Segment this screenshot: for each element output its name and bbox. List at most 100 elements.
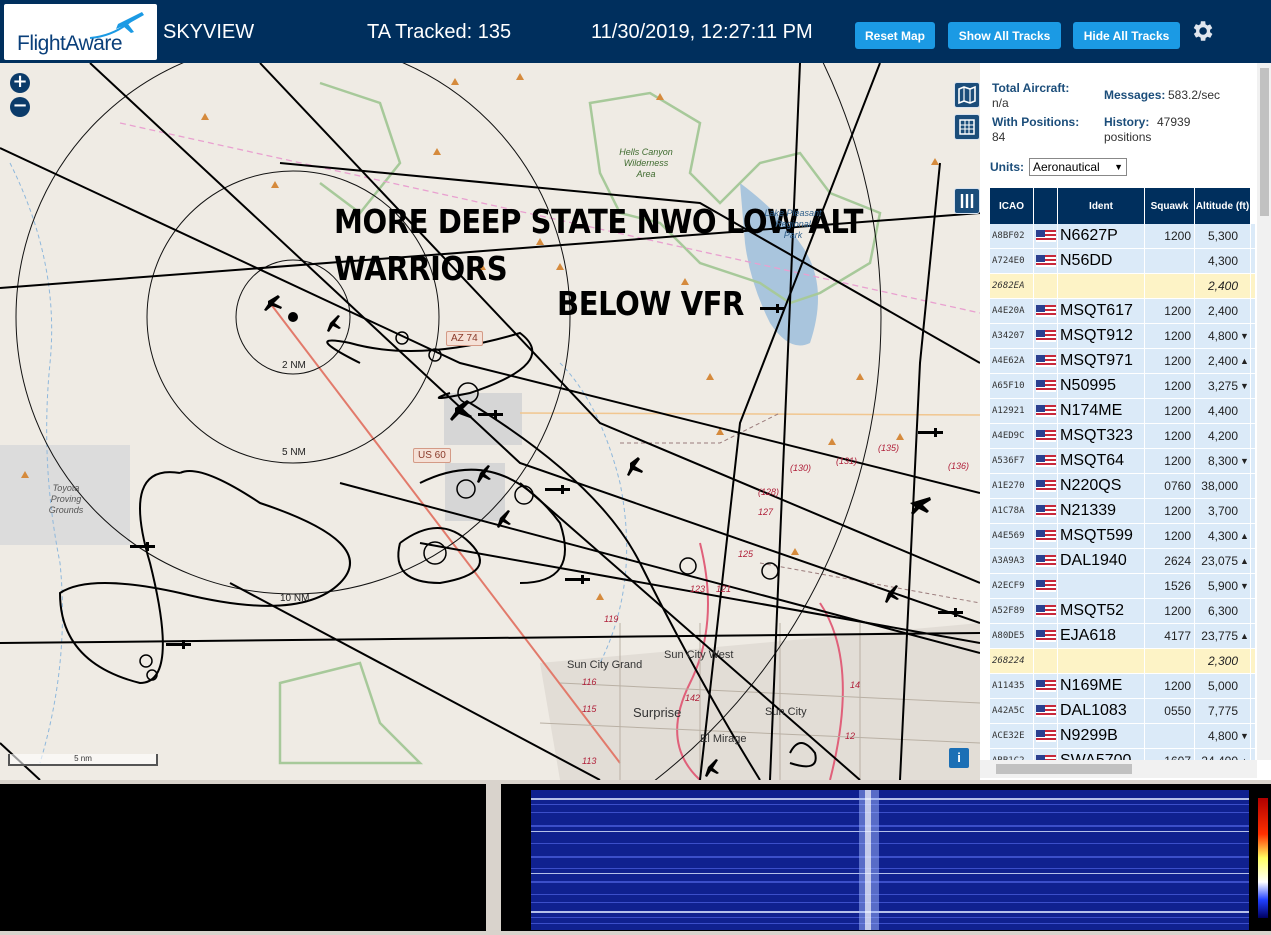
altitude-trend-icon: ▼	[1240, 331, 1249, 341]
cell-ident: N56DD	[1058, 249, 1145, 273]
cell-icao: A4E569	[990, 524, 1034, 548]
history-value: 47939	[1157, 115, 1191, 129]
column-header-ident[interactable]: Ident	[1058, 188, 1145, 224]
flightaware-logo[interactable]: FlightAware	[4, 4, 157, 60]
cell-icao: A8BF02	[990, 224, 1034, 248]
table-row[interactable]: A1E270 N220QS 0760 38,000	[990, 474, 1255, 499]
columns-toggle-icon[interactable]	[954, 188, 980, 214]
table-row[interactable]: A42A5C DAL1083 0550 7,775	[990, 699, 1255, 724]
table-row[interactable]: ACE32E N9299B 4,800 ▼	[990, 724, 1255, 749]
cell-ident	[1058, 649, 1145, 673]
highway-us60-label: US 60	[413, 448, 451, 463]
table-row[interactable]: A536F7 MSQT64 1200 8,300 ▼	[990, 449, 1255, 474]
table-row[interactable]: A3A9A3 DAL1940 2624 23,075 ▲	[990, 549, 1255, 574]
hide-all-tracks-button[interactable]: Hide All Tracks	[1073, 22, 1180, 49]
messages-value: 583.2/sec	[1168, 88, 1221, 102]
us-flag-icon	[1035, 355, 1056, 367]
reset-map-button[interactable]: Reset Map	[855, 22, 935, 49]
app-name: SKYVIEW	[163, 21, 255, 43]
altitude-trend-icon: ▼	[1240, 381, 1249, 391]
cell-icao: A42A5C	[990, 699, 1034, 723]
table-row[interactable]: A80DE5 EJA618 4177 23,775 ▲	[990, 624, 1255, 649]
cell-altitude: 4,300 ▲	[1195, 524, 1251, 548]
table-row[interactable]: A4ED9C MSQT323 1200 4,200	[990, 424, 1255, 449]
altitude-value: 7,775	[1207, 704, 1238, 718]
table-row[interactable]: A4E569 MSQT599 1200 4,300 ▲	[990, 524, 1255, 549]
column-header-icao[interactable]: ICAO	[990, 188, 1034, 224]
cell-squawk: 1200	[1145, 674, 1195, 698]
map-info-icon[interactable]: i	[949, 748, 969, 768]
cell-squawk	[1145, 249, 1195, 273]
road-number: (130)	[790, 463, 812, 473]
table-row[interactable]: A1C78A N21339 1200 3,700	[990, 499, 1255, 524]
cell-squawk: 1200	[1145, 224, 1195, 248]
altitude-value: 2,400	[1207, 279, 1238, 293]
show-all-tracks-button[interactable]: Show All Tracks	[948, 22, 1061, 49]
altitude-trend-icon: ▲	[1240, 356, 1249, 366]
cell-altitude: 5,000	[1195, 674, 1251, 698]
cell-ident: N220QS	[1058, 474, 1145, 498]
tracked-count: TA Tracked: 135	[367, 21, 512, 43]
map-view[interactable]: + − MORE DEEP STATE NWO LOW ALT WARRIORS…	[0, 63, 980, 780]
table-row[interactable]: 2682EA 2,400	[990, 274, 1255, 299]
table-row[interactable]: A724E0 N56DD 4,300	[990, 249, 1255, 274]
altitude-trend-icon: ▲	[1240, 631, 1249, 641]
cell-squawk: 1200	[1145, 349, 1195, 373]
sidebar-vertical-scroll-thumb[interactable]	[1260, 68, 1269, 216]
altitude-value: 6,300	[1207, 604, 1238, 618]
road-number: 115	[582, 704, 597, 714]
table-row[interactable]: A34207 MSQT912 1200 4,800 ▼	[990, 324, 1255, 349]
grid-toggle-icon[interactable]	[954, 114, 980, 140]
table-row[interactable]: 268224 2,300	[990, 649, 1255, 674]
us-flag-icon	[1035, 630, 1056, 642]
table-row[interactable]: A2ECF9 1526 5,900 ▼	[990, 574, 1255, 599]
units-select[interactable]: Aeronautical ▼	[1029, 158, 1127, 176]
table-row[interactable]: A4E20A MSQT617 1200 2,400	[990, 299, 1255, 324]
table-row[interactable]: A8BF02 N6627P 1200 5,300	[990, 224, 1255, 249]
cell-altitude: 2,300	[1195, 649, 1251, 673]
spectrum-waterfall	[501, 784, 1271, 931]
cell-flag	[1034, 449, 1058, 473]
column-header-flag[interactable]	[1034, 188, 1058, 224]
road-number: 127	[758, 507, 774, 517]
place-toyota: Toyota Proving Grounds	[48, 483, 84, 515]
history-unit: positions	[1104, 130, 1152, 144]
cell-squawk: 2624	[1145, 549, 1195, 573]
cell-flag	[1034, 574, 1058, 598]
us-flag-icon	[1035, 605, 1056, 617]
place-hells-canyon: Hells Canyon Wilderness Area	[619, 147, 673, 179]
total-aircraft-label: Total Aircraft:	[992, 81, 1070, 95]
us-flag-icon	[1035, 530, 1056, 542]
altitude-value: 5,000	[1207, 679, 1238, 693]
cell-ident: DAL1083	[1058, 699, 1145, 723]
gear-icon[interactable]	[1189, 18, 1215, 44]
column-header-squawk[interactable]: Squawk	[1145, 188, 1195, 224]
road-number: 125	[738, 549, 754, 559]
zoom-out-button[interactable]: −	[10, 97, 30, 117]
cell-icao: A1C78A	[990, 499, 1034, 523]
cell-squawk: 1200	[1145, 499, 1195, 523]
us-flag-icon	[1035, 480, 1056, 492]
road-number: 142	[685, 693, 701, 703]
us-flag-icon	[1035, 305, 1056, 317]
cell-ident: N50995	[1058, 374, 1145, 398]
table-row[interactable]: A52F89 MSQT52 1200 6,300	[990, 599, 1255, 624]
map-layer-toggle-icon[interactable]	[954, 82, 980, 108]
column-header-altitude[interactable]: Altitude (ft)	[1195, 188, 1251, 224]
cell-squawk: 4177	[1145, 624, 1195, 648]
cell-squawk: 1200	[1145, 399, 1195, 423]
zoom-in-button[interactable]: +	[10, 73, 30, 93]
road-number: 14	[850, 680, 861, 690]
map-scale-bar: 5 nm	[8, 754, 158, 766]
sidebar-horizontal-scroll-thumb[interactable]	[996, 764, 1132, 774]
table-row[interactable]: A65F10 N50995 1200 3,275 ▼	[990, 374, 1255, 399]
cell-ident: N21339	[1058, 499, 1145, 523]
cell-icao: A34207	[990, 324, 1034, 348]
cell-ident: N174ME	[1058, 399, 1145, 423]
cell-flag	[1034, 674, 1058, 698]
cell-squawk: 1200	[1145, 324, 1195, 348]
table-row[interactable]: A4E62A MSQT971 1200 2,400 ▲	[990, 349, 1255, 374]
altitude-trend-icon: ▼	[1240, 731, 1249, 741]
table-row[interactable]: A12921 N174ME 1200 4,400	[990, 399, 1255, 424]
table-row[interactable]: A11435 N169ME 1200 5,000	[990, 674, 1255, 699]
